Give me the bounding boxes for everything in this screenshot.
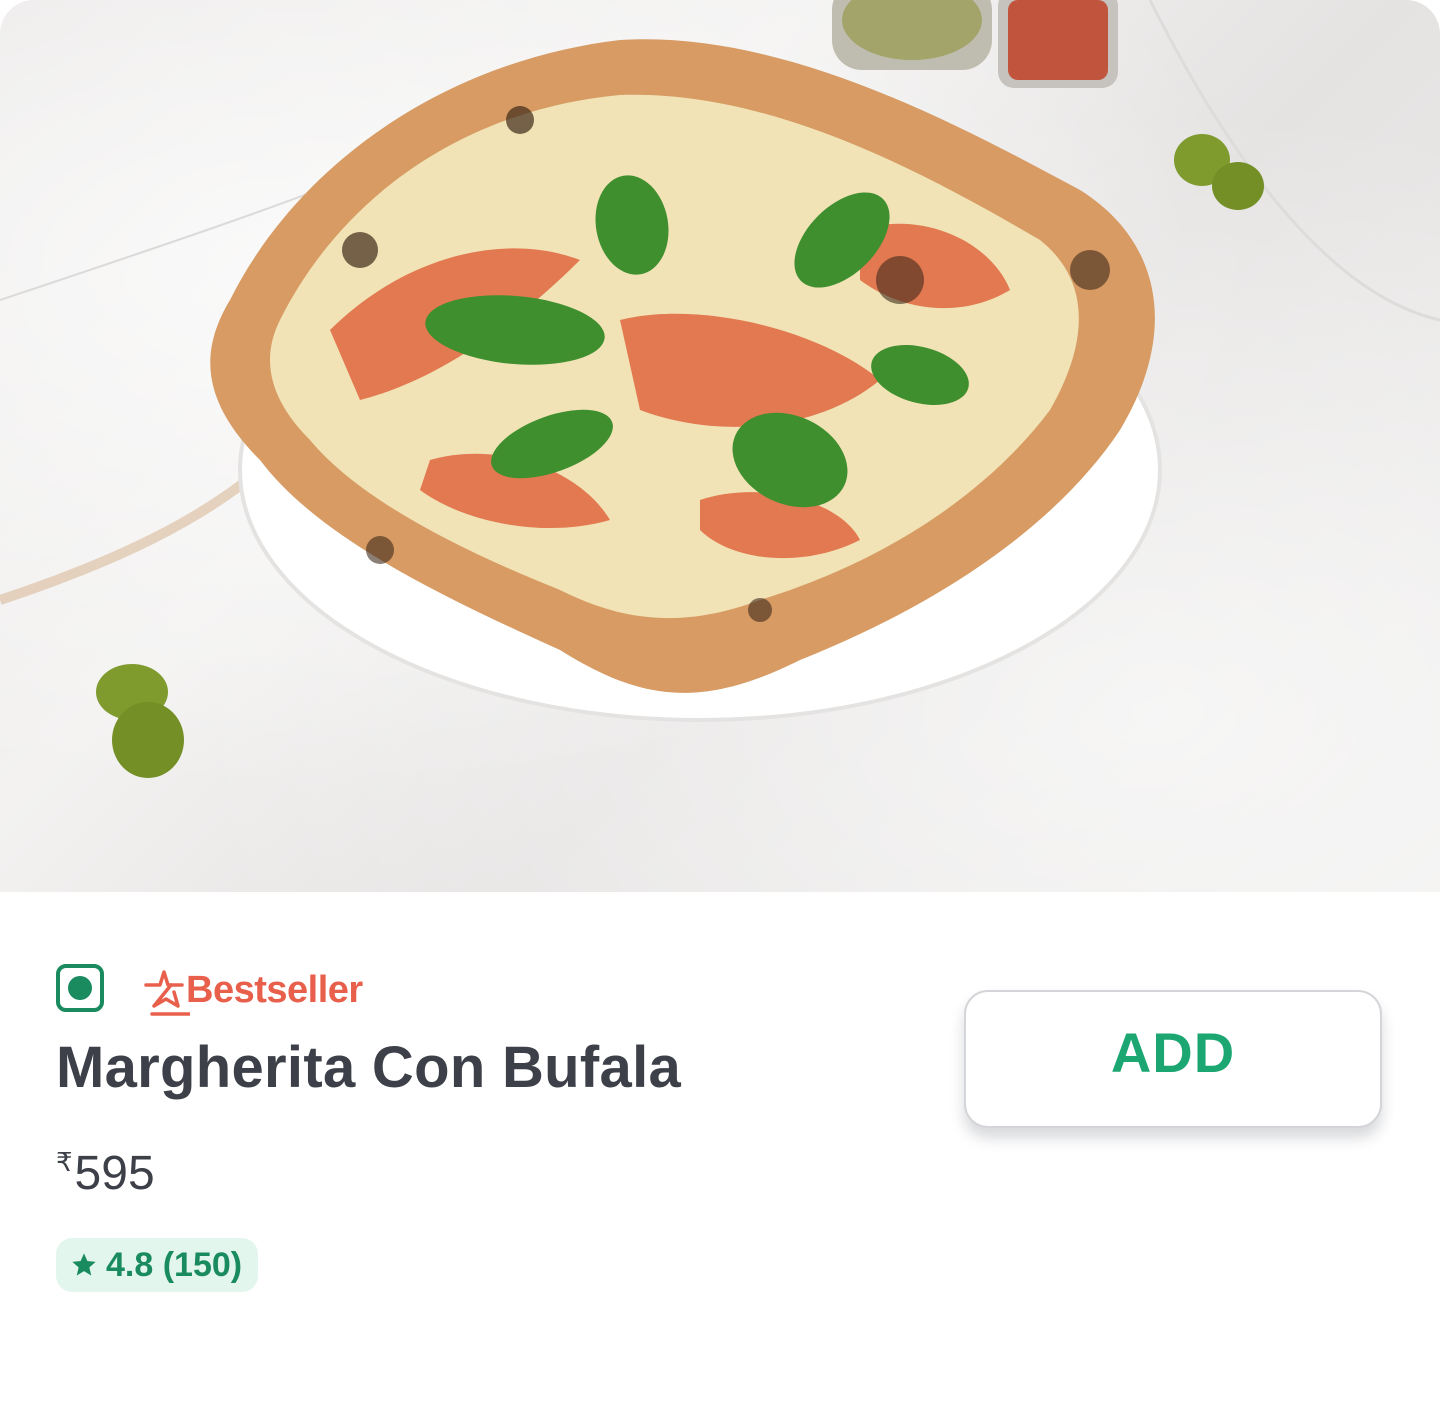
bestseller-badge: Bestseller	[138, 962, 363, 1018]
menu-item-card: Bestseller Margherita Con Bufala ₹595 4.…	[0, 0, 1440, 1404]
add-button[interactable]: ADD	[964, 990, 1382, 1128]
add-button-container: ADD	[956, 990, 1396, 1144]
veg-indicator-dot	[68, 976, 92, 1000]
star-icon	[72, 1253, 96, 1276]
veg-indicator-icon	[56, 964, 104, 1012]
item-image[interactable]	[0, 0, 1440, 892]
price-value: 595	[74, 1147, 155, 1200]
currency-symbol: ₹	[56, 1147, 73, 1177]
rating-text: 4.8 (150)	[106, 1245, 243, 1284]
bestseller-label: Bestseller	[186, 968, 363, 1011]
item-price: ₹595	[56, 1146, 155, 1201]
bestseller-star-icon	[144, 970, 190, 1016]
rating-badge[interactable]: 4.8 (150)	[56, 1238, 259, 1292]
add-button-label: ADD	[1110, 1020, 1236, 1084]
pizza-photo	[0, 0, 1440, 778]
item-name: Margherita Con Bufala	[56, 1035, 682, 1100]
